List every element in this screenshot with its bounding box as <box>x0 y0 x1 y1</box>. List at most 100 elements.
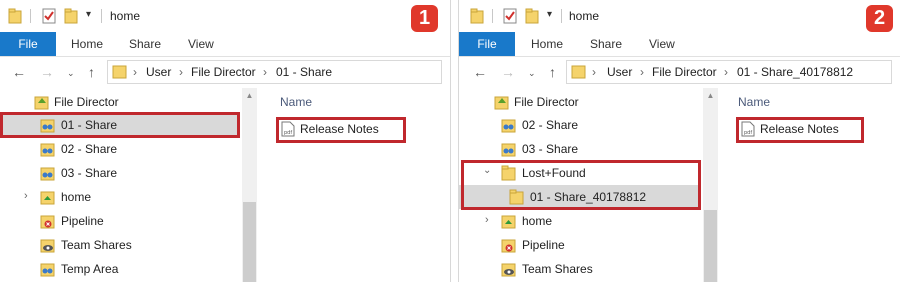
home-folder-icon <box>501 215 516 229</box>
tab-view[interactable]: View <box>188 32 214 56</box>
scrollbar-thumb[interactable] <box>243 202 256 282</box>
breadcrumb-current[interactable]: 01 - Share <box>276 65 332 79</box>
quick-access-toolbar: ▾ home 2 <box>459 0 900 32</box>
toolbar-divider <box>561 9 562 23</box>
file-name: Release Notes <box>300 122 379 136</box>
shared-folder-icon <box>501 119 516 133</box>
file-name: Release Notes <box>760 122 839 136</box>
ribbon-tabs: File Home Share View <box>459 32 900 57</box>
tab-file[interactable]: File <box>459 32 515 56</box>
back-arrow-icon[interactable]: ← <box>473 64 487 80</box>
folder-icon[interactable] <box>470 8 484 24</box>
folder-icon <box>112 65 127 79</box>
tree-item-home[interactable]: › home <box>459 209 699 233</box>
tab-view[interactable]: View <box>649 32 675 56</box>
tree-item-label: File Director <box>54 95 119 109</box>
tree-item-team-shares[interactable]: Team Shares <box>459 257 699 281</box>
svg-text:pdf: pdf <box>744 130 752 136</box>
forward-arrow-icon[interactable]: → <box>501 64 515 80</box>
tree-item-pipeline[interactable]: Pipeline <box>0 209 240 233</box>
toolbar-divider <box>492 9 493 23</box>
shared-folder-icon <box>40 143 55 157</box>
properties-icon[interactable] <box>503 8 517 24</box>
tree-item-label: 03 - Share <box>522 142 579 156</box>
tree-item-01-share[interactable]: 01 - Share <box>0 113 240 137</box>
back-arrow-icon[interactable]: ← <box>12 64 26 80</box>
up-arrow-icon[interactable]: ↑ <box>549 64 556 80</box>
tree-item-label: 01 - Share <box>61 118 118 132</box>
toolbar-divider <box>101 9 102 23</box>
tree-item-file-director[interactable]: File Director <box>459 90 699 114</box>
team-shares-icon <box>501 263 516 277</box>
tab-share[interactable]: Share <box>590 32 622 56</box>
step-badge: 1 <box>411 5 438 32</box>
ribbon-tabs: File Home Share View <box>0 32 450 57</box>
tree-item-03-share[interactable]: 03 - Share <box>459 137 699 161</box>
tree-item-02-share[interactable]: 02 - Share <box>459 113 699 137</box>
tree-item-lost-found[interactable]: ⌄ Lost+Found <box>459 161 699 185</box>
address-bar[interactable]: › User › File Director › 01 - Share_4017… <box>566 60 892 84</box>
tree-item-02-share[interactable]: 02 - Share <box>0 137 240 161</box>
folder-icon[interactable] <box>8 8 22 24</box>
tree-item-team-shares[interactable]: Team Shares <box>0 233 240 257</box>
quick-access-toolbar: ▾ home 1 <box>0 0 450 32</box>
column-header-name[interactable]: Name <box>738 95 770 109</box>
breadcrumb-separator-icon: › <box>592 65 596 79</box>
column-header-name[interactable]: Name <box>280 95 312 109</box>
breadcrumb-file-director[interactable]: File Director <box>191 65 256 79</box>
folder-icon <box>571 65 586 79</box>
scroll-up-arrow-icon[interactable]: ▲ <box>242 91 257 100</box>
tree-item-01-share-40178812[interactable]: 01 - Share_40178812 <box>459 185 699 209</box>
folder-icon <box>501 165 516 181</box>
breadcrumb-current[interactable]: 01 - Share_40178812 <box>737 65 853 79</box>
tab-file[interactable]: File <box>0 32 56 56</box>
tree-item-label: Pipeline <box>522 238 565 252</box>
tree-item-home[interactable]: › home <box>0 185 240 209</box>
team-shares-icon <box>40 239 55 253</box>
shared-folder-icon <box>40 119 55 133</box>
folder-icon <box>509 189 524 205</box>
new-folder-icon[interactable] <box>525 8 539 24</box>
pipeline-icon <box>501 239 516 253</box>
navigation-pane: File Director 01 - Share 02 - Share 03 -… <box>0 88 240 282</box>
tab-share[interactable]: Share <box>129 32 161 56</box>
tree-item-03-share[interactable]: 03 - Share <box>0 161 240 185</box>
breadcrumb-separator-icon: › <box>133 65 137 79</box>
tree-item-label: Team Shares <box>522 262 593 276</box>
properties-icon[interactable] <box>42 8 56 24</box>
expand-chevron-icon[interactable]: › <box>24 190 28 202</box>
tree-item-label: Lost+Found <box>522 166 586 180</box>
tree-item-pipeline[interactable]: Pipeline <box>459 233 699 257</box>
collapse-chevron-icon[interactable]: ⌄ <box>483 165 491 176</box>
scrollbar-thumb[interactable] <box>704 210 717 282</box>
shared-folder-icon <box>40 263 55 277</box>
file-release-notes[interactable]: pdf Release Notes <box>736 117 864 141</box>
scroll-up-arrow-icon[interactable]: ▲ <box>703 91 718 100</box>
tree-scrollbar[interactable]: ▲ <box>703 88 718 282</box>
breadcrumb-separator-icon: › <box>724 65 728 79</box>
customize-toolbar-chevron-icon[interactable]: ▾ <box>547 9 552 20</box>
forward-arrow-icon[interactable]: → <box>40 64 54 80</box>
breadcrumb-user[interactable]: User <box>146 65 171 79</box>
recent-locations-chevron-icon[interactable]: ⌄ <box>528 68 536 79</box>
file-release-notes[interactable]: pdf Release Notes <box>276 117 406 141</box>
window-title: home <box>569 9 600 23</box>
tree-scrollbar[interactable]: ▲ <box>242 88 257 282</box>
tab-home[interactable]: Home <box>531 32 563 56</box>
tab-home[interactable]: Home <box>71 32 103 56</box>
up-arrow-icon[interactable]: ↑ <box>88 64 95 80</box>
customize-toolbar-chevron-icon[interactable]: ▾ <box>86 9 91 20</box>
new-folder-icon[interactable] <box>64 8 78 24</box>
tree-item-label: 01 - Share_40178812 <box>530 190 647 204</box>
explorer-window-1: ▾ home 1 File Home Share View ← → ⌄ ↑ › … <box>0 0 450 282</box>
breadcrumb-separator-icon: › <box>640 65 644 79</box>
breadcrumb-user[interactable]: User <box>607 65 632 79</box>
tree-item-temp-area[interactable]: Temp Area <box>0 257 240 281</box>
tree-item-file-director[interactable]: File Director <box>0 90 240 114</box>
navigation-bar: ← → ⌄ ↑ › User › File Director › 01 - Sh… <box>0 57 450 87</box>
address-bar[interactable]: › User › File Director › 01 - Share <box>107 60 442 84</box>
home-folder-icon <box>40 191 55 205</box>
expand-chevron-icon[interactable]: › <box>485 214 489 226</box>
recent-locations-chevron-icon[interactable]: ⌄ <box>67 68 75 79</box>
breadcrumb-file-director[interactable]: File Director <box>652 65 717 79</box>
